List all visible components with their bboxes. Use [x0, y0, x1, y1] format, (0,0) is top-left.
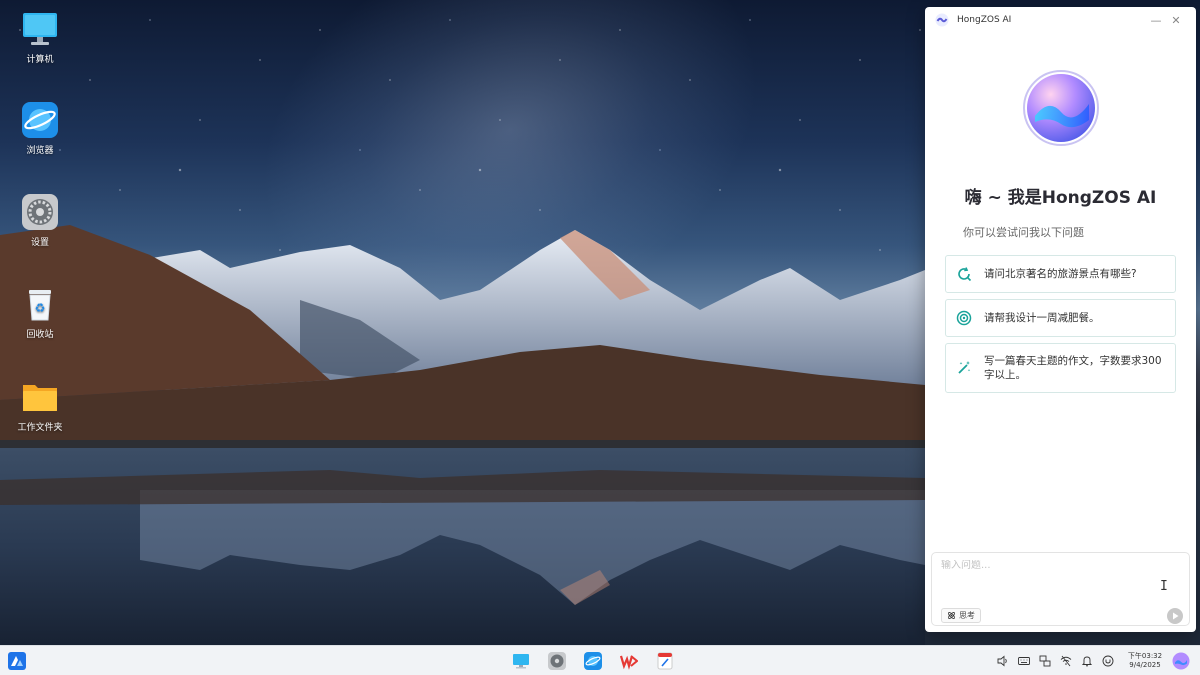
target-icon — [956, 310, 972, 326]
taskbar-ai-assistant[interactable] — [1172, 652, 1190, 670]
computer-icon — [21, 10, 59, 48]
minimize-button[interactable]: — — [1146, 14, 1166, 27]
ai-suggestion-hint: 你可以尝试问我以下问题 — [963, 226, 1084, 239]
folder-icon — [21, 378, 59, 416]
magic-wand-icon — [958, 361, 971, 374]
hongzos-start-logo-icon — [8, 652, 26, 670]
chat-input-box: I 思考 — [931, 552, 1190, 626]
desktop-icon-label: 回收站 — [26, 330, 54, 340]
window-title: HongZOS AI — [957, 15, 1012, 25]
hongzos-ai-logo-icon — [935, 13, 949, 27]
text-cursor-icon: I — [1160, 579, 1168, 594]
desktop-icon-computer[interactable]: 计算机 — [5, 10, 75, 65]
keyboard-icon[interactable] — [1018, 655, 1030, 667]
desktop-icon-work-folder[interactable]: 工作文件夹 — [5, 378, 75, 433]
desktop-icon-label: 设置 — [30, 238, 49, 248]
suggestion-text: 请帮我设计一周减肥餐。 — [984, 312, 1100, 324]
close-button[interactable]: ✕ — [1166, 14, 1186, 27]
suggestion-text: 写一篇春天主题的作文，字数要求300字以上。 — [984, 355, 1162, 381]
volume-icon[interactable] — [997, 655, 1009, 667]
clock-time: 下午03:32 — [1127, 652, 1163, 660]
settings-gear-icon — [21, 193, 59, 231]
system-clock[interactable]: 下午03:32 9/4/2025 — [1124, 652, 1166, 670]
atom-icon — [948, 612, 955, 619]
wps-icon — [619, 655, 639, 670]
window-titlebar[interactable]: HongZOS AI — ✕ — [925, 7, 1196, 33]
monitor-icon — [513, 654, 529, 669]
power-icon[interactable] — [1102, 655, 1114, 667]
suggestion-card-spring-essay[interactable]: 写一篇春天主题的作文，字数要求300字以上。 — [945, 343, 1176, 393]
bell-icon[interactable] — [1081, 655, 1093, 667]
taskbar: 下午03:32 9/4/2025 — [0, 645, 1200, 675]
browser-icon — [584, 652, 602, 670]
ai-greeting-heading: 嗨 ~ 我是HongZOS AI — [964, 188, 1157, 208]
network-icon[interactable] — [1039, 655, 1051, 667]
think-mode-label: 思考 — [959, 611, 975, 620]
clock-date: 9/4/2025 — [1129, 661, 1161, 669]
svg-text:♻: ♻ — [35, 301, 46, 315]
taskbar-app-browser[interactable] — [584, 652, 602, 670]
ai-assistant-orb-icon — [1172, 652, 1190, 670]
hongzos-ai-window: HongZOS AI — ✕ 嗨 ~ 我是HongZOS AI 你可以尝试问我以… — [925, 7, 1196, 632]
suggestion-card-diet-plan[interactable]: 请帮我设计一周减肥餐。 — [945, 299, 1176, 337]
taskbar-app-notes[interactable] — [656, 652, 674, 670]
desktop-icon-label: 浏览器 — [26, 146, 54, 156]
taskbar-app-computer[interactable] — [512, 652, 530, 670]
notes-icon — [657, 652, 673, 670]
wifi-off-icon[interactable] — [1060, 655, 1072, 667]
suggestion-card-beijing-attractions[interactable]: 请问北京著名的旅游景点有哪些? — [945, 255, 1176, 293]
taskbar-app-wps[interactable] — [619, 652, 639, 670]
taskbar-app-settings[interactable] — [548, 652, 566, 670]
question-input[interactable] — [941, 560, 1171, 571]
desktop-icon-recycle-bin[interactable]: ♻ 回收站 — [5, 285, 75, 340]
desktop-icon-label: 工作文件夹 — [17, 423, 63, 433]
suggestion-text: 请问北京著名的旅游景点有哪些? — [984, 268, 1137, 280]
settings-gear-icon — [548, 652, 566, 670]
desktop-icon-label: 计算机 — [26, 55, 54, 65]
browser-icon — [21, 101, 59, 139]
desktop-icon-settings[interactable]: 设置 — [5, 193, 75, 248]
recycle-bin-icon: ♻ — [21, 285, 59, 323]
desktop-icon-browser[interactable]: 浏览器 — [5, 101, 75, 156]
ai-orb-logo-icon — [1023, 70, 1099, 146]
send-arrow-icon — [1173, 612, 1179, 620]
search-refresh-icon — [958, 267, 972, 282]
send-button[interactable] — [1167, 608, 1183, 624]
think-mode-toggle[interactable]: 思考 — [941, 608, 981, 623]
start-menu-button[interactable] — [8, 652, 26, 670]
